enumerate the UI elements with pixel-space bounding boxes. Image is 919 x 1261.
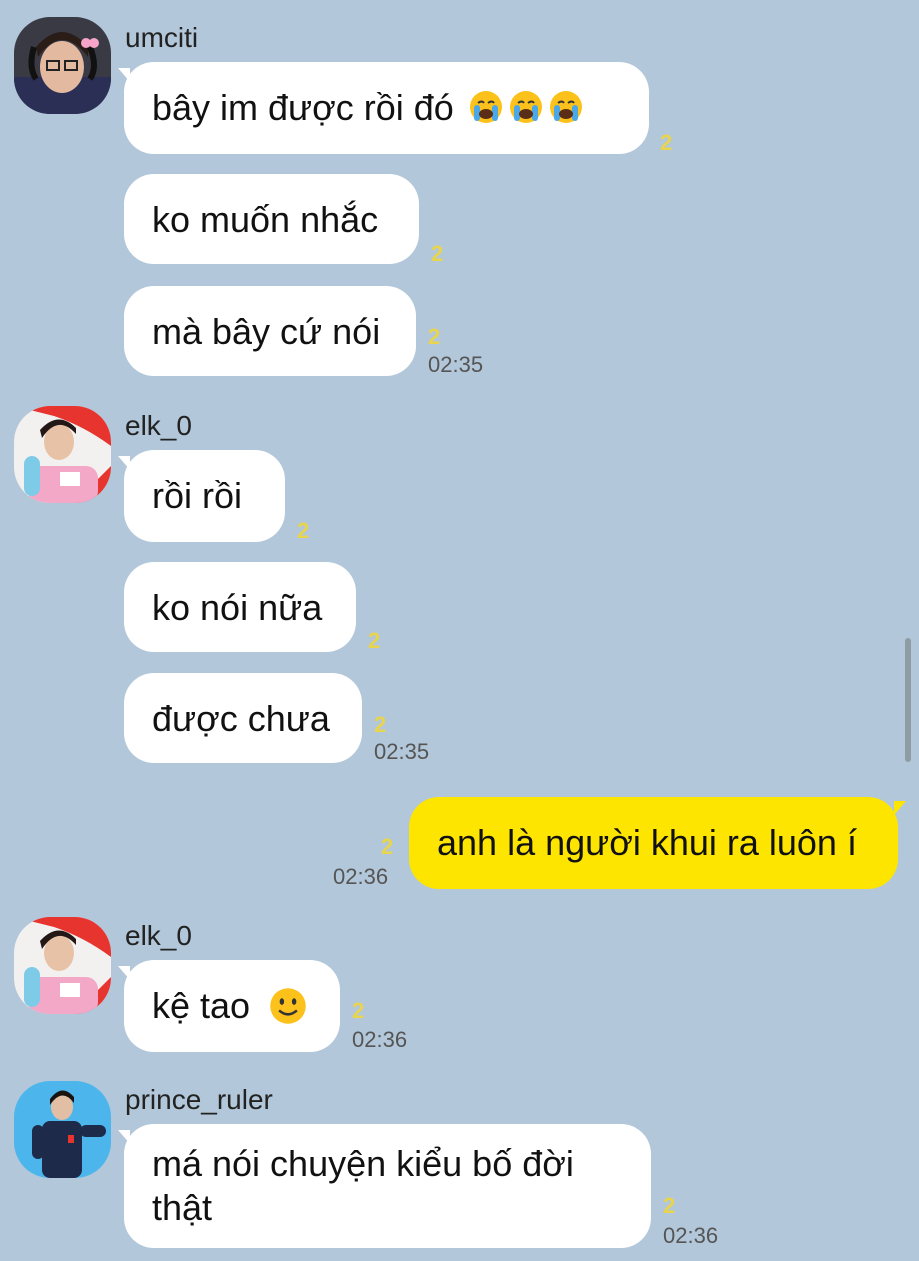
unread-count: 2: [431, 241, 444, 266]
avatar-umciti[interactable]: [14, 17, 111, 114]
message-bubble[interactable]: má nói chuyện kiểu bố đời thật: [118, 1124, 651, 1248]
message-bubble[interactable]: ko muốn nhắc: [124, 174, 419, 264]
message-bubble[interactable]: bây im được rồi đó: [118, 62, 649, 154]
message-bubble[interactable]: mà bây cứ nói: [124, 286, 416, 376]
message-text: được chưa: [152, 698, 330, 739]
message-timestamp: 02:35: [374, 739, 430, 764]
avatar-prince-ruler[interactable]: [14, 1081, 111, 1178]
message-timestamp: 02:36: [352, 1027, 408, 1052]
message-text-line-1: má nói chuyện kiểu bố đời: [152, 1143, 574, 1184]
message-text: bây im được rồi đó: [152, 87, 454, 128]
message-text: ko muốn nhắc: [152, 199, 379, 240]
unread-count: 2: [428, 324, 441, 349]
message-text: mà bây cứ nói: [152, 311, 381, 352]
message-timestamp: 02:36: [333, 864, 389, 889]
message-bubble[interactable]: được chưa: [124, 673, 362, 763]
message-bubble[interactable]: ko nói nữa: [124, 562, 356, 652]
message-text: rồi rồi: [152, 475, 243, 516]
avatar-image: [14, 17, 111, 114]
avatar-elk-0[interactable]: [14, 917, 111, 1014]
unread-count: 2: [352, 998, 365, 1023]
avatar-image: [14, 406, 111, 503]
unread-count: 2: [660, 130, 673, 155]
unread-count: 2: [374, 712, 387, 737]
sender-name: prince_ruler: [125, 1084, 273, 1115]
crying-emoji-icon: [464, 87, 584, 128]
message-text: kệ tao: [152, 985, 251, 1026]
unread-count: 2: [297, 518, 310, 543]
sender-name: umciti: [125, 22, 199, 53]
unread-count: 2: [381, 834, 394, 859]
sender-name: elk_0: [125, 410, 192, 441]
message-timestamp: 02:35: [428, 352, 484, 377]
message-timestamp: 02:36: [663, 1223, 719, 1248]
smile-emoji-icon: [260, 985, 308, 1026]
message-bubble[interactable]: kệ tao: [118, 960, 340, 1052]
avatar-image: [14, 917, 111, 1014]
avatar-elk-0[interactable]: [14, 406, 111, 503]
message-text-line-2: thật: [152, 1187, 213, 1228]
message-text: anh là người khui ra luôn í: [437, 822, 857, 863]
unread-count: 2: [663, 1193, 676, 1218]
message-text: ko nói nữa: [152, 587, 323, 628]
message-bubble[interactable]: rồi rồi: [118, 450, 285, 542]
avatar-image: [14, 1081, 111, 1178]
my-message-bubble[interactable]: anh là người khui ra luôn í: [409, 797, 906, 889]
sender-name: elk_0: [125, 920, 192, 951]
scrollbar-thumb[interactable]: [905, 638, 911, 762]
unread-count: 2: [368, 628, 381, 653]
